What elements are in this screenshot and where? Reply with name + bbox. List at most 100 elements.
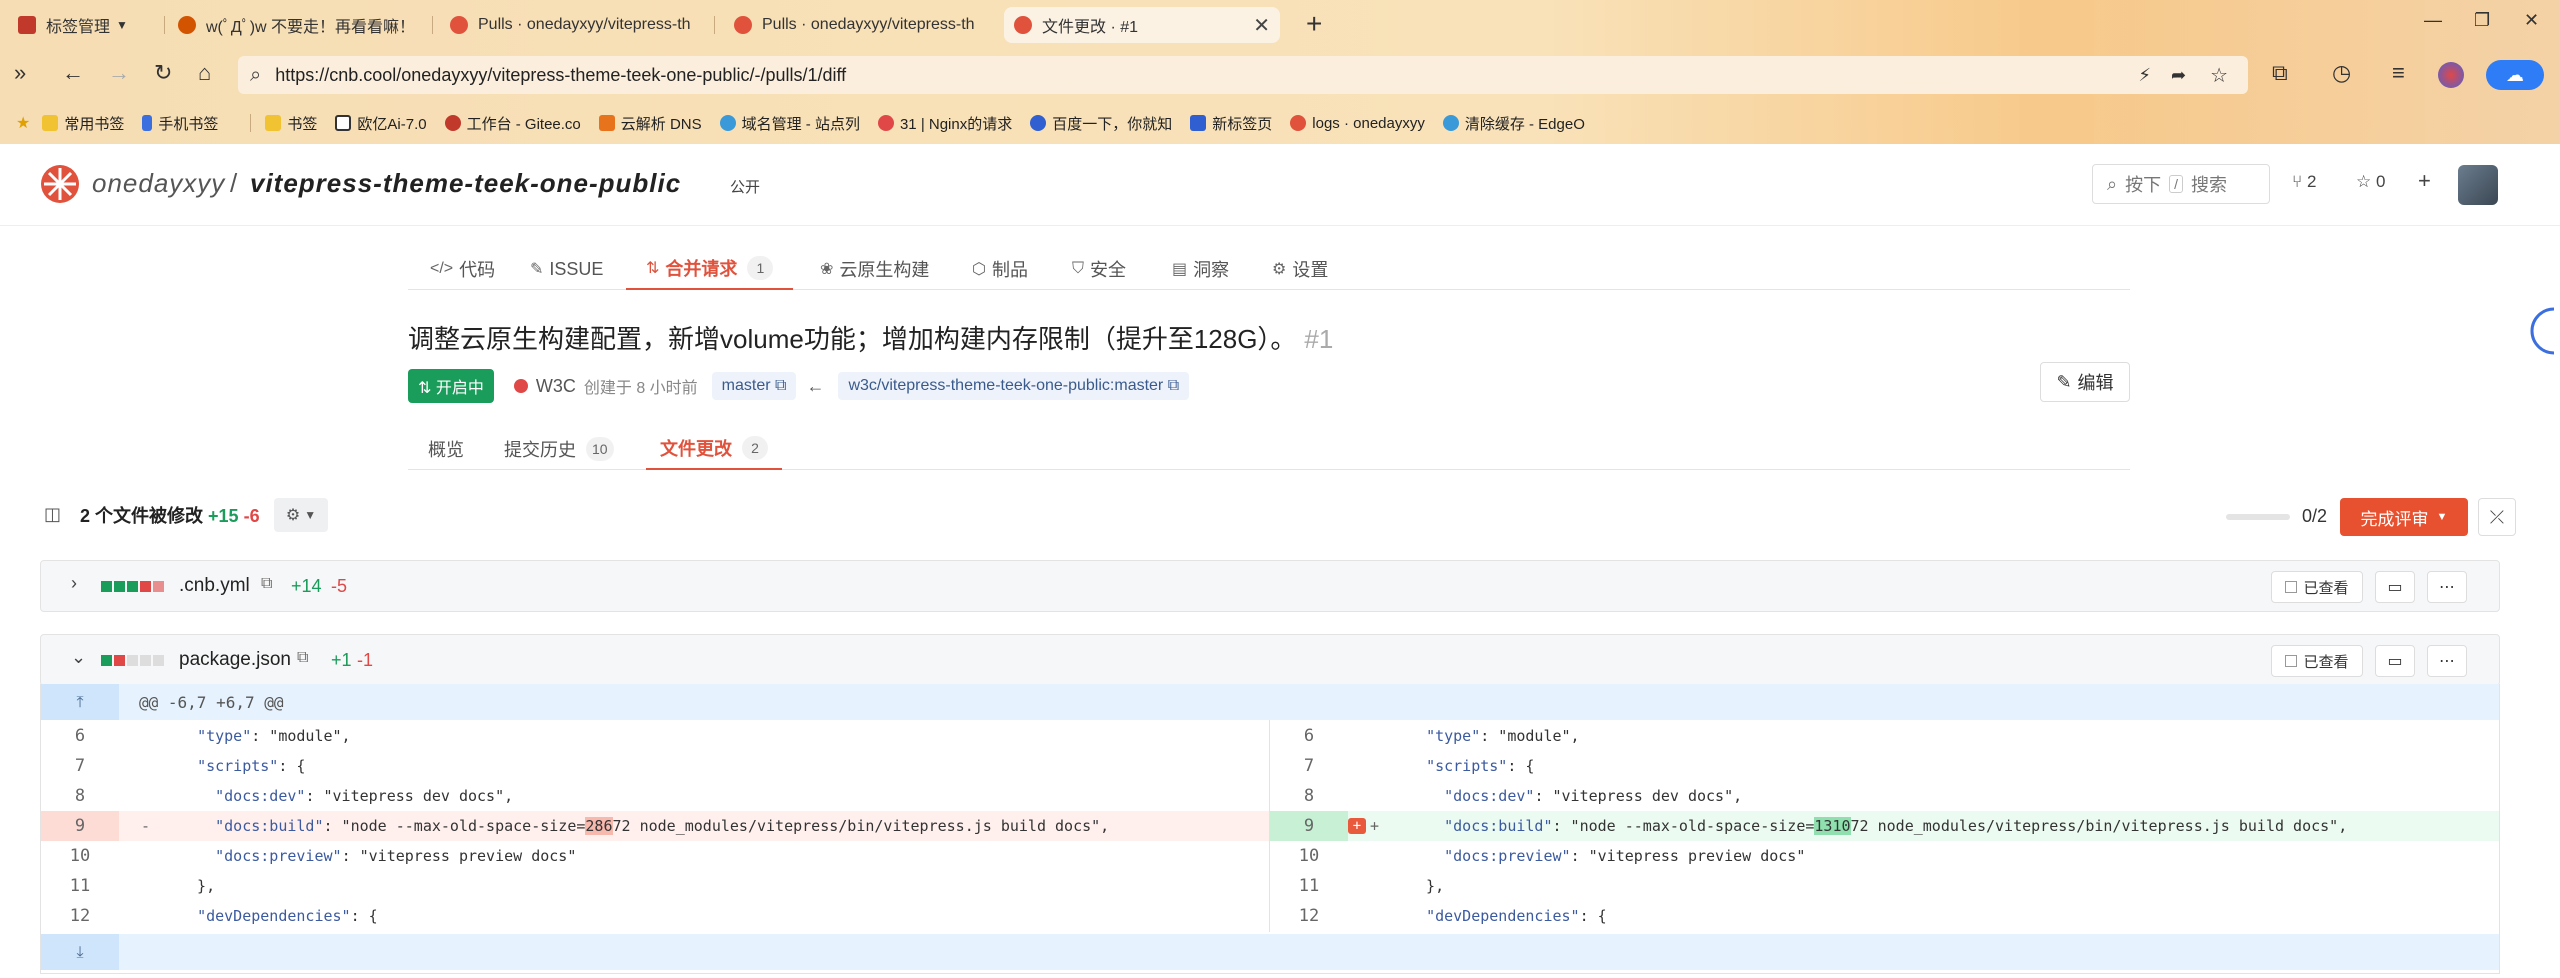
- tab-pulls-1[interactable]: Pulls · onedayxyy/vitepress-th: [440, 7, 710, 43]
- chevron-right-icon[interactable]: ›: [71, 573, 77, 594]
- file-name[interactable]: package.json: [179, 649, 291, 671]
- tab-file-changes[interactable]: 文件更改 · #1 ✕: [1004, 7, 1280, 43]
- chevron-down-icon[interactable]: ▼: [116, 18, 128, 32]
- deleted-line[interactable]: 9 - "docs:build": "node --max-old-space-s…: [41, 811, 1270, 841]
- bookmark-item[interactable]: logs · onedayxyy: [1290, 115, 1425, 132]
- lightning-icon[interactable]: ⚡: [2138, 65, 2151, 86]
- close-tab-icon[interactable]: ✕: [1253, 13, 1270, 38]
- comment-icon[interactable]: ▭: [2375, 645, 2415, 677]
- back-icon[interactable]: ←: [62, 60, 84, 86]
- profile-icon[interactable]: [2438, 62, 2464, 88]
- history-icon[interactable]: ◷: [2332, 60, 2351, 86]
- bookmark-item[interactable]: 工作台 - Gitee.co: [444, 113, 581, 134]
- context-line[interactable]: 7 "scripts": {: [41, 751, 1270, 781]
- avatar[interactable]: [2458, 165, 2498, 205]
- bookmark-item[interactable]: 新标签页: [1190, 113, 1272, 134]
- add-icon[interactable]: +: [2418, 168, 2431, 194]
- viewed-checkbox[interactable]: 已查看: [2271, 571, 2363, 603]
- side-widget-icon[interactable]: [2530, 296, 2554, 366]
- line-number[interactable]: 8: [1270, 781, 1348, 811]
- bookmark-item[interactable]: 百度一下，你就知: [1030, 113, 1172, 134]
- context-line[interactable]: 11 },: [41, 871, 1270, 901]
- tab-issue[interactable]: ✎ ISSUE: [530, 248, 603, 290]
- tab-insights[interactable]: ▤ 洞察: [1172, 248, 1229, 290]
- chevron-down-icon[interactable]: ⌄: [71, 647, 86, 668]
- more-icon[interactable]: ⋯: [2427, 645, 2467, 677]
- extensions-icon[interactable]: ⧉: [2272, 60, 2288, 86]
- star-icon[interactable]: ☆: [2210, 63, 2228, 88]
- tab-code[interactable]: </> 代码: [430, 248, 495, 290]
- tab-file-changes[interactable]: 文件更改 2: [646, 428, 782, 470]
- bookmark-item[interactable]: 清除缓存 - EdgeO: [1442, 113, 1585, 134]
- tab-404-page[interactable]: w(ﾟДﾟ)w 不要走！再看看嘛！: [168, 7, 428, 43]
- tab-commits[interactable]: 提交历史 10: [504, 428, 614, 470]
- context-line[interactable]: 7 "scripts": {: [1270, 751, 2499, 781]
- menu-icon[interactable]: ≡: [2392, 60, 2405, 86]
- context-line[interactable]: 6 "type": "module",: [41, 721, 1270, 751]
- address-bar[interactable]: ⌕ https://cnb.cool/onedayxyy/vitepress-t…: [238, 56, 2248, 94]
- context-line[interactable]: 11 },: [1270, 871, 2499, 901]
- tab-security[interactable]: ⛉ 安全: [1072, 248, 1126, 290]
- collapse-all-icon[interactable]: ⤫: [2478, 498, 2516, 536]
- bookmark-item[interactable]: 常用书签: [42, 113, 124, 134]
- line-number[interactable]: 9: [1270, 811, 1348, 841]
- line-number[interactable]: 9: [41, 811, 119, 841]
- cnb-logo-icon[interactable]: [40, 164, 80, 204]
- context-line[interactable]: 10 "docs:preview": "vitepress preview do…: [41, 841, 1270, 871]
- line-number[interactable]: 6: [41, 721, 119, 751]
- line-number[interactable]: 10: [41, 841, 119, 871]
- tab-cloud-build[interactable]: ❀ 云原生构建: [820, 248, 929, 290]
- copy-icon[interactable]: ⧉: [297, 649, 308, 667]
- line-number[interactable]: 11: [41, 871, 119, 901]
- bookmark-item[interactable]: 手机书签: [142, 113, 218, 134]
- finish-review-button[interactable]: 完成评审 ▼: [2340, 498, 2468, 536]
- bookmark-item[interactable]: 书签: [265, 113, 317, 134]
- star-count[interactable]: ☆ 0: [2356, 172, 2385, 192]
- line-number[interactable]: 11: [1270, 871, 1348, 901]
- copy-icon[interactable]: ⧉: [261, 575, 272, 593]
- more-icon[interactable]: ⋯: [2427, 571, 2467, 603]
- repo-owner-link[interactable]: onedayxyy: [92, 168, 225, 199]
- tab-pull-requests[interactable]: ⇅ 合并请求 1: [626, 248, 794, 290]
- line-number[interactable]: 8: [41, 781, 119, 811]
- context-line[interactable]: 12 "devDependencies": {: [1270, 901, 2499, 931]
- context-line[interactable]: 12 "devDependencies": {: [41, 901, 1270, 931]
- bookmark-item[interactable]: 域名管理 - 站点列: [719, 113, 860, 134]
- line-number[interactable]: 12: [1270, 901, 1348, 931]
- bookmark-item[interactable]: 31 | Nginx的请求: [877, 113, 1012, 134]
- context-line[interactable]: 10 "docs:preview": "vitepress preview do…: [1270, 841, 2499, 871]
- minimize-icon[interactable]: —: [2424, 10, 2442, 31]
- file-header[interactable]: › .cnb.yml ⧉ +14 -5 已查看 ▭ ⋯: [40, 560, 2500, 612]
- expand-down-icon[interactable]: ⤓: [41, 934, 119, 970]
- share-icon[interactable]: ➦: [2171, 65, 2186, 86]
- file-header[interactable]: ⌄ package.json ⧉ +1 -1 已查看 ▭ ⋯: [40, 634, 2500, 686]
- tab-overview[interactable]: 概览: [428, 428, 464, 470]
- line-number[interactable]: 6: [1270, 721, 1348, 751]
- new-tab-icon[interactable]: +: [1306, 8, 1322, 40]
- tab-settings[interactable]: ⚙ 设置: [1272, 248, 1328, 290]
- edit-button[interactable]: ✎ 编辑: [2040, 362, 2130, 402]
- line-number[interactable]: 7: [41, 751, 119, 781]
- copy-icon[interactable]: ⧉: [1168, 377, 1179, 394]
- copy-icon[interactable]: ⧉: [775, 377, 786, 394]
- bookmark-item[interactable]: 云解析 DNS: [598, 113, 702, 134]
- context-line[interactable]: 6 "type": "module",: [1270, 721, 2499, 751]
- search-input[interactable]: ⌕ 按下 / 搜索: [2092, 164, 2270, 204]
- reload-icon[interactable]: ↻: [154, 60, 172, 86]
- forward-icon[interactable]: →: [108, 60, 130, 86]
- added-line[interactable]: 9 + + "docs:build": "node --max-old-space-…: [1270, 811, 2499, 841]
- cloud-sync-icon[interactable]: ☁: [2486, 60, 2544, 90]
- tab-artifacts[interactable]: ⬡ 制品: [972, 248, 1028, 290]
- add-comment-icon[interactable]: +: [1348, 818, 1366, 834]
- bookmark-item[interactable]: 欧亿Ai-7.0: [335, 113, 427, 134]
- fork-count[interactable]: ⑂ 2: [2292, 172, 2316, 192]
- viewed-checkbox[interactable]: 已查看: [2271, 645, 2363, 677]
- line-number[interactable]: 7: [1270, 751, 1348, 781]
- tab-bookmark-manager[interactable]: 标签管理 ▼: [8, 7, 158, 43]
- author-name[interactable]: W3C: [536, 376, 576, 397]
- restore-icon[interactable]: ❐: [2474, 10, 2490, 31]
- file-name[interactable]: .cnb.yml: [179, 575, 250, 597]
- line-number[interactable]: 10: [1270, 841, 1348, 871]
- line-number[interactable]: 12: [41, 901, 119, 931]
- diff-settings-button[interactable]: ⚙ ▼: [274, 498, 328, 532]
